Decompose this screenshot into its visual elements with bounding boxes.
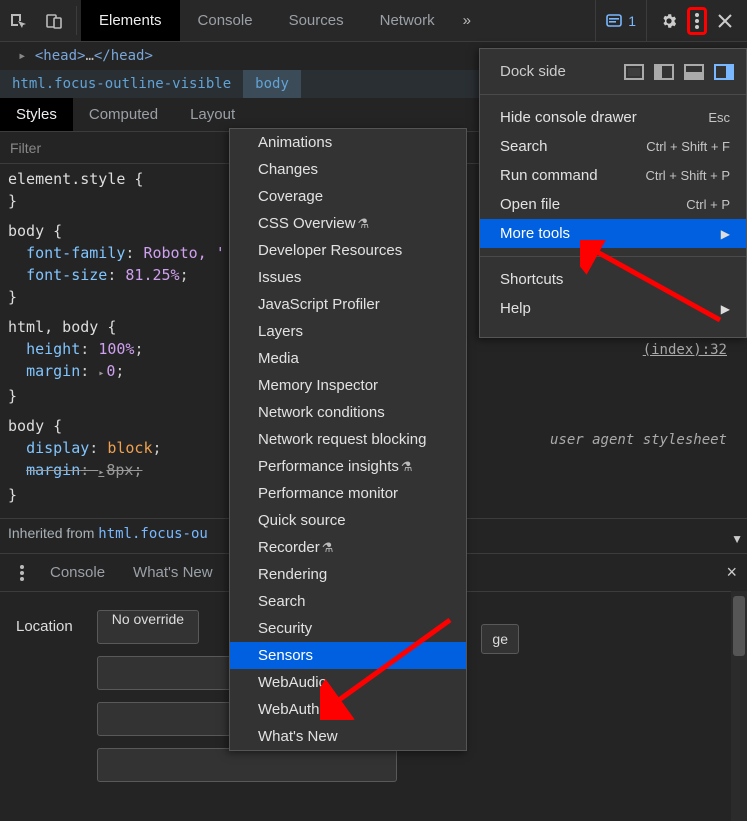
submenu-item-performance-insights[interactable]: Performance insights⚗ (230, 453, 466, 480)
devtools-toolbar: Elements Console Sources Network » 1 (0, 0, 747, 42)
inspect-icon[interactable] (0, 0, 36, 42)
more-tools-submenu: AnimationsChangesCoverageCSS Overview⚗De… (229, 128, 467, 751)
devtools-main-menu: Dock side Hide console drawerEsc SearchC… (479, 48, 747, 338)
tab-console[interactable]: Console (180, 0, 271, 41)
menu-hide-drawer[interactable]: Hide console drawerEsc (480, 103, 746, 132)
issues-counter[interactable]: 1 (595, 0, 647, 42)
drawer-kebab-icon[interactable] (8, 565, 36, 581)
submenu-item-css-overview[interactable]: CSS Overview⚗ (230, 210, 466, 237)
experiment-flask-icon: ⚗ (401, 459, 413, 474)
scroll-down-icon[interactable]: ▼ (731, 532, 743, 546)
tabs-overflow-icon[interactable]: » (453, 0, 481, 41)
submenu-item-sensors[interactable]: Sensors (230, 642, 466, 669)
submenu-item-javascript-profiler[interactable]: JavaScript Profiler (230, 291, 466, 318)
timezone-input[interactable] (97, 748, 397, 782)
kebab-menu-highlight (687, 7, 707, 35)
menu-open-file[interactable]: Open fileCtrl + P (480, 190, 746, 219)
submenu-item-recorder[interactable]: Recorder⚗ (230, 534, 466, 561)
menu-search[interactable]: SearchCtrl + Shift + F (480, 132, 746, 161)
submenu-item-rendering[interactable]: Rendering (230, 561, 466, 588)
submenu-item-performance-monitor[interactable]: Performance monitor (230, 480, 466, 507)
submenu-item-what-s-new[interactable]: What's New (230, 723, 466, 750)
experiment-flask-icon: ⚗ (322, 540, 334, 555)
breadcrumb-item[interactable]: body (243, 70, 301, 98)
submenu-item-network-request-blocking[interactable]: Network request blocking (230, 426, 466, 453)
tab-layout[interactable]: Layout (174, 98, 251, 131)
menu-more-tools[interactable]: More tools▶ (480, 219, 746, 248)
source-link[interactable]: (index):32 (643, 342, 727, 358)
submenu-item-memory-inspector[interactable]: Memory Inspector (230, 372, 466, 399)
breadcrumb-item[interactable]: html.focus-outline-visible (0, 70, 243, 98)
tab-network[interactable]: Network (362, 0, 453, 41)
submenu-item-issues[interactable]: Issues (230, 264, 466, 291)
user-agent-stylesheet-label: user agent stylesheet (550, 432, 727, 448)
location-label: Location (16, 610, 73, 635)
device-toggle-icon[interactable] (36, 0, 72, 42)
dock-undock-icon[interactable] (624, 64, 644, 80)
drawer-close-icon[interactable]: × (726, 562, 737, 583)
experiment-flask-icon: ⚗ (358, 216, 370, 231)
submenu-item-webauthn[interactable]: WebAuthn (230, 696, 466, 723)
drawer-tab-console[interactable]: Console (36, 564, 119, 581)
submenu-item-search[interactable]: Search (230, 588, 466, 615)
kebab-menu-icon[interactable] (694, 12, 700, 30)
submenu-item-animations[interactable]: Animations (230, 129, 466, 156)
menu-shortcuts[interactable]: Shortcuts (480, 265, 746, 294)
menu-run-command[interactable]: Run commandCtrl + Shift + P (480, 161, 746, 190)
dock-bottom-icon[interactable] (684, 64, 704, 80)
submenu-item-quick-source[interactable]: Quick source (230, 507, 466, 534)
submenu-item-coverage[interactable]: Coverage (230, 183, 466, 210)
drawer-tab-whatsnew[interactable]: What's New (119, 564, 227, 581)
menu-help[interactable]: Help▶ (480, 294, 746, 323)
tab-elements[interactable]: Elements (81, 0, 180, 41)
submenu-item-media[interactable]: Media (230, 345, 466, 372)
close-devtools-icon[interactable] (707, 0, 743, 42)
submenu-item-webaudio[interactable]: WebAudio (230, 669, 466, 696)
tab-computed[interactable]: Computed (73, 98, 174, 131)
dock-left-icon[interactable] (654, 64, 674, 80)
submenu-item-layers[interactable]: Layers (230, 318, 466, 345)
dock-side-row: Dock side (480, 57, 746, 86)
submenu-item-changes[interactable]: Changes (230, 156, 466, 183)
settings-gear-icon[interactable] (651, 0, 687, 42)
submenu-item-developer-resources[interactable]: Developer Resources (230, 237, 466, 264)
manage-button-fragment[interactable]: ge (481, 624, 519, 654)
tab-sources[interactable]: Sources (271, 0, 362, 41)
dock-right-icon[interactable] (714, 64, 734, 80)
drawer-scroll-thumb[interactable] (733, 596, 745, 656)
location-override-select[interactable]: No override (97, 610, 199, 644)
tab-styles[interactable]: Styles (0, 98, 73, 131)
dock-side-label: Dock side (500, 63, 566, 80)
submenu-item-security[interactable]: Security (230, 615, 466, 642)
submenu-item-network-conditions[interactable]: Network conditions (230, 399, 466, 426)
